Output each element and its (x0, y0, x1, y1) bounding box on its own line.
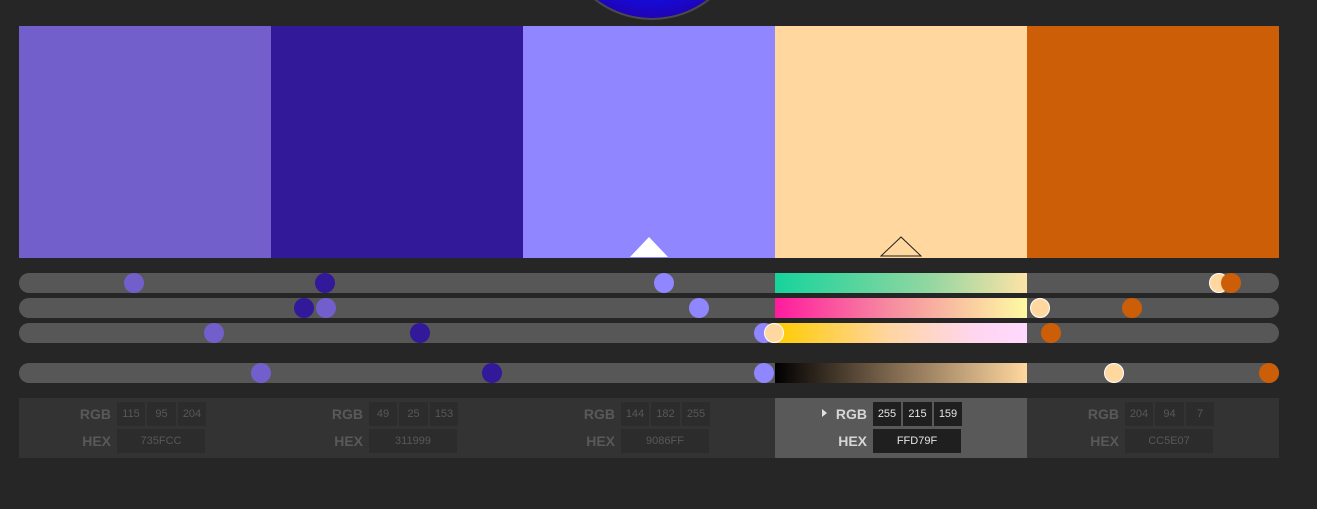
red-field[interactable]: 49 (369, 402, 397, 426)
value-slider-row[interactable] (19, 363, 1279, 383)
slider-knob-2[interactable] (481, 363, 502, 383)
slider-track (19, 273, 1279, 293)
blue-field[interactable]: 153 (430, 402, 458, 426)
color-values-5[interactable]: RGB 204 94 7 HEX CC5E07 (1027, 398, 1279, 458)
slider-knob-3[interactable] (753, 363, 774, 383)
color-values-1[interactable]: RGB 115 95 204 HEX 735FCC (19, 398, 271, 458)
slider-knob-2[interactable] (409, 323, 430, 343)
hex-label: HEX (838, 433, 867, 449)
blue-field[interactable]: 204 (178, 402, 206, 426)
brightness-gradient (775, 323, 1027, 343)
slider-track (19, 298, 1279, 318)
slider-knob-4[interactable] (763, 323, 784, 343)
blue-field[interactable]: 255 (682, 402, 710, 426)
slider-knob-1[interactable] (123, 273, 144, 293)
slider-knob-2[interactable] (293, 298, 314, 318)
value-gradient (775, 363, 1027, 383)
green-field[interactable]: 95 (147, 402, 176, 426)
swatch-4[interactable] (775, 26, 1027, 258)
hex-field[interactable]: FFD79F (873, 429, 961, 453)
green-field[interactable]: 215 (903, 402, 932, 426)
slider-knob-4[interactable] (1103, 363, 1124, 383)
slider-knob-1[interactable] (250, 363, 271, 383)
hex-label: HEX (1090, 433, 1119, 449)
hex-label: HEX (82, 433, 111, 449)
rgb-label: RGB (79, 406, 111, 422)
rgb-label: RGB (1087, 406, 1119, 422)
slider-knob-3[interactable] (654, 273, 675, 293)
color-values-2[interactable]: RGB 49 25 153 HEX 311999 (271, 398, 523, 458)
color-wheel[interactable] (560, 0, 744, 20)
green-field[interactable]: 25 (399, 402, 428, 426)
red-field[interactable]: 204 (1125, 402, 1153, 426)
swatch-5[interactable] (1027, 26, 1279, 258)
red-field[interactable]: 115 (117, 402, 145, 426)
hex-field[interactable]: 311999 (369, 429, 457, 453)
hex-field[interactable]: 9086FF (621, 429, 709, 453)
slider-knob-5[interactable] (1258, 363, 1279, 383)
blue-field[interactable]: 159 (934, 402, 962, 426)
swatch-strip (19, 26, 1279, 258)
saturation-gradient (775, 298, 1027, 318)
color-values-panel: RGB 115 95 204 HEX 735FCC RGB 49 25 153 … (19, 398, 1279, 458)
blue-field[interactable]: 7 (1186, 402, 1214, 426)
rgb-label: RGB (583, 406, 615, 422)
swatch-3[interactable] (523, 26, 775, 258)
brightness-slider-row[interactable] (19, 323, 1279, 343)
green-field[interactable]: 182 (651, 402, 680, 426)
swatch-2[interactable] (271, 26, 523, 258)
hex-label: HEX (334, 433, 363, 449)
green-field[interactable]: 94 (1155, 402, 1184, 426)
base-color-marker-icon[interactable] (630, 237, 668, 257)
rgb-label: RGB (835, 406, 867, 422)
color-values-3[interactable]: RGB 144 182 255 HEX 9086FF (523, 398, 775, 458)
hex-field[interactable]: CC5E07 (1125, 429, 1213, 453)
color-values-4[interactable]: RGB 255 215 159 HEX FFD79F (775, 398, 1027, 458)
slider-knob-5[interactable] (1121, 298, 1142, 318)
hex-field[interactable]: 735FCC (117, 429, 205, 453)
hue-slider-row[interactable] (19, 273, 1279, 293)
slider-knob-4[interactable] (1029, 298, 1050, 318)
slider-knob-5[interactable] (1040, 323, 1061, 343)
slider-knob-5[interactable] (1221, 273, 1242, 293)
red-field[interactable]: 144 (621, 402, 649, 426)
saturation-slider-row[interactable] (19, 298, 1279, 318)
rgb-label: RGB (331, 406, 363, 422)
swatch-1[interactable] (19, 26, 271, 258)
red-field[interactable]: 255 (873, 402, 901, 426)
hex-label: HEX (586, 433, 615, 449)
slider-track (19, 363, 1279, 383)
hue-gradient (775, 273, 1027, 293)
